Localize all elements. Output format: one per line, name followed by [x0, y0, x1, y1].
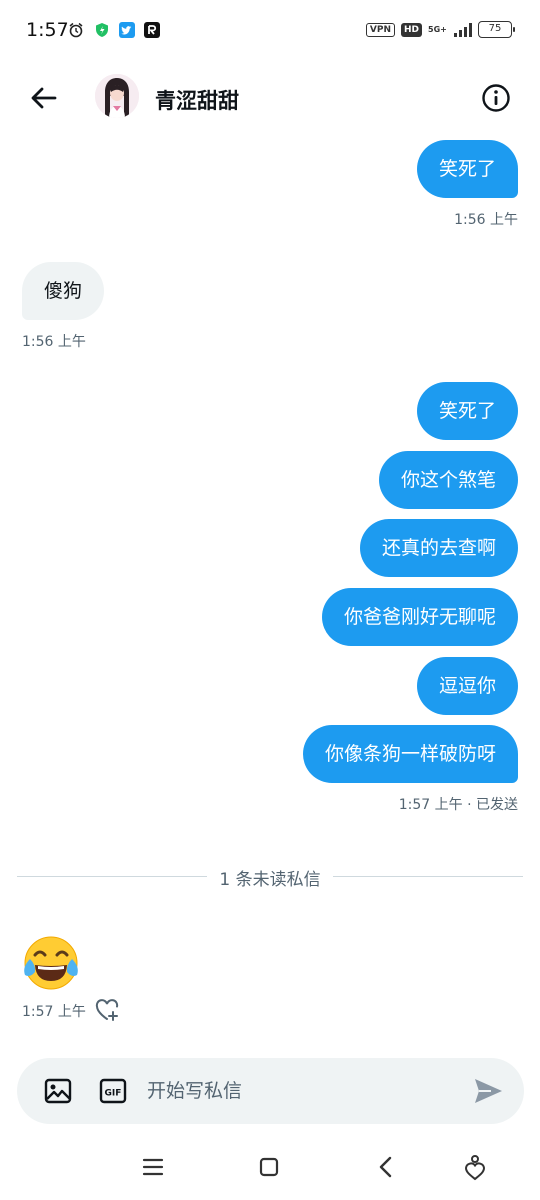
home-square-icon[interactable]: [255, 1153, 283, 1181]
back-arrow-icon[interactable]: [26, 80, 62, 116]
message-outgoing[interactable]: 逗逗你: [416, 657, 518, 715]
message-timestamp: 1:56 上午: [454, 212, 518, 228]
hd-badge: HD: [400, 22, 422, 37]
message-outgoing[interactable]: 你爸爸刚好无聊呢: [321, 588, 518, 646]
back-chevron-icon[interactable]: [372, 1153, 400, 1181]
shield-icon: [96, 23, 108, 37]
contact-avatar[interactable]: [95, 74, 139, 118]
avatar-image: [95, 74, 139, 118]
assistant-icon[interactable]: [461, 1153, 489, 1181]
vpn-badge: VPN: [365, 22, 395, 37]
message-input[interactable]: [147, 1058, 457, 1124]
message-timestamp: 1:57 上午: [22, 1004, 86, 1020]
signal-icon: [454, 22, 472, 37]
message-composer: GIF: [17, 1058, 524, 1124]
message-timestamp: 1:56 上午: [22, 334, 86, 350]
status-right: VPN HD 5G+ 75: [365, 21, 515, 38]
message-outgoing[interactable]: 你这个煞笔: [378, 451, 518, 509]
menu-icon[interactable]: [139, 1153, 167, 1181]
unread-label: 1 条未读私信: [17, 865, 523, 890]
gif-label: GIF: [105, 1089, 122, 1099]
info-icon[interactable]: [480, 82, 512, 114]
message-status: 1:57 上午 · 已发送: [398, 797, 518, 813]
alarm-icon: [69, 22, 83, 38]
message-incoming[interactable]: 傻狗: [22, 262, 105, 320]
battery-icon: 75: [478, 21, 515, 38]
emoji-message-joy[interactable]: [22, 935, 80, 993]
gif-icon[interactable]: GIF: [99, 1078, 127, 1104]
image-icon[interactable]: [44, 1078, 72, 1104]
network-type: 5G+: [428, 24, 447, 34]
unread-divider: 1 条未读私信: [17, 865, 523, 890]
message-outgoing[interactable]: 笑死了: [416, 140, 518, 198]
status-time: 1:57: [26, 19, 69, 41]
contact-name[interactable]: 青涩甜甜: [155, 85, 239, 115]
send-icon[interactable]: [472, 1076, 504, 1106]
conversation-header: 青涩甜甜: [0, 62, 540, 134]
unread-label-text: 1 条未读私信: [207, 870, 333, 890]
heart-plus-icon[interactable]: [94, 998, 120, 1022]
system-nav-bar: [0, 1135, 540, 1200]
message-outgoing[interactable]: 笑死了: [416, 382, 518, 440]
message-outgoing[interactable]: 你像条狗一样破防呀: [302, 725, 518, 783]
status-bar: 1:57 VPN HD 5G+ 75: [0, 0, 540, 62]
r-app-icon: [144, 22, 160, 38]
twitter-app-icon: [119, 22, 135, 38]
message-outgoing[interactable]: 还真的去查啊: [359, 519, 518, 577]
